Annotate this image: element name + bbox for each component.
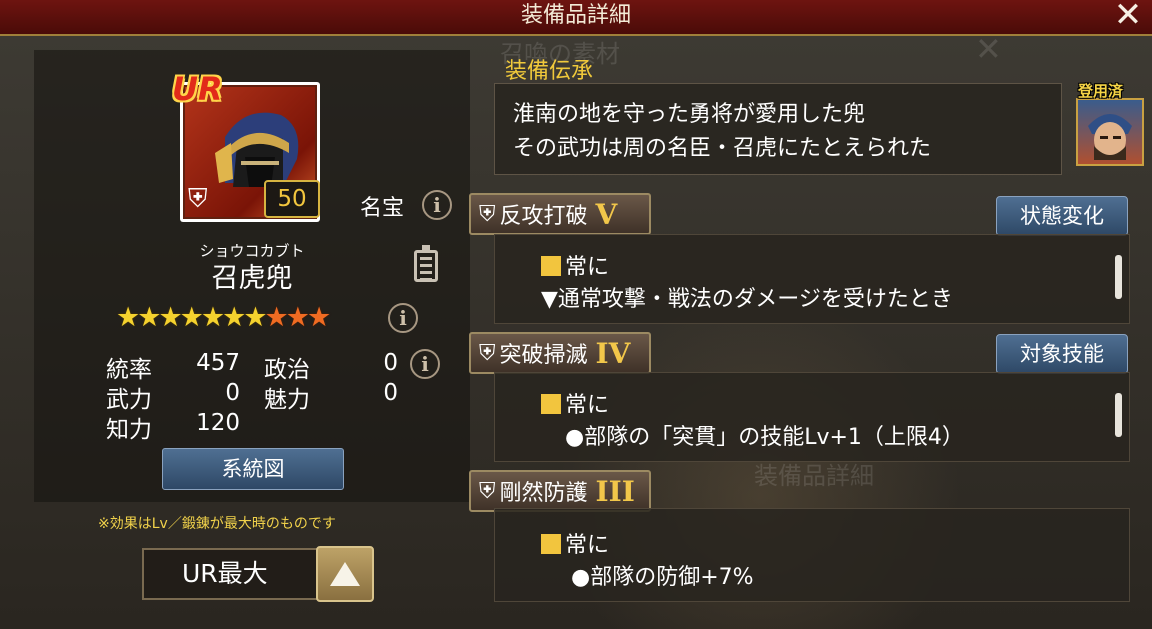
stat-command-label: 統率 xyxy=(106,357,152,383)
skill-tab-2: ⛨ 突破掃滅 IV xyxy=(469,332,651,374)
scrollbar[interactable] xyxy=(1115,393,1122,437)
treasure-label: 名宝 xyxy=(360,196,405,221)
lore-line-2: その武功は周の名臣・召虎にたとえられた xyxy=(513,136,932,161)
star-icon: ★ xyxy=(200,302,225,333)
skill-name: 反攻打破 xyxy=(499,204,588,229)
info-icon[interactable]: i xyxy=(422,190,452,220)
state-change-button[interactable]: 状態変化 xyxy=(996,196,1128,236)
star-icon: ★ xyxy=(116,302,140,333)
stat-politics-value: 0 xyxy=(383,350,398,376)
up-arrow-button[interactable] xyxy=(316,546,374,602)
skill-condition: 常に xyxy=(541,527,609,559)
skill-effect: ●部隊の「突貫」の技能Lv+1（上限4） xyxy=(565,425,964,450)
skill-condition: 常に xyxy=(541,387,609,419)
armor-icon: ⛨ xyxy=(188,184,208,214)
skill-body-2: 常に ●部隊の「突貫」の技能Lv+1（上限4） xyxy=(494,372,1130,462)
rarity-badge: UR xyxy=(172,70,223,108)
level-badge: 50 xyxy=(264,180,320,218)
clipboard-icon[interactable] xyxy=(414,245,438,282)
star-icon: ★ xyxy=(158,302,182,333)
equipped-badge: 登用済 xyxy=(1078,82,1124,100)
stat-war-label: 武力 xyxy=(106,387,152,413)
lore-line-1: 淮南の地を守った勇将が愛用した兜 xyxy=(513,102,866,127)
skill-tab-1: ⛨ 反攻打破 V xyxy=(469,193,651,235)
effect-note: ※効果はLv／鍛錬が最大時のものです xyxy=(98,516,336,532)
skill-body-3: 常に ●部隊の防御+7% xyxy=(494,508,1130,602)
close-icon[interactable]: ✕ xyxy=(1110,0,1146,34)
lore-title: 装備伝承 xyxy=(505,59,594,84)
stat-intellect-label: 知力 xyxy=(106,417,152,443)
stat-command-value: 457 xyxy=(196,350,240,376)
skill-rank: IV xyxy=(595,336,631,370)
lineage-button[interactable]: 系統図 xyxy=(162,448,344,490)
armor-icon: ⛨ xyxy=(479,478,496,504)
star-rating: ★★★★★★★★★★ xyxy=(116,302,331,333)
officer-face-icon xyxy=(1088,114,1132,160)
stat-war-value: 0 xyxy=(225,380,240,406)
star-icon: ★ xyxy=(137,302,161,333)
target-skill-button[interactable]: 対象技能 xyxy=(996,334,1128,374)
star-icon: ★ xyxy=(179,302,204,333)
stat-politics-label: 政治 xyxy=(264,357,310,383)
skill-name: 突破掃滅 xyxy=(499,343,588,368)
stat-charm-value: 0 xyxy=(383,380,398,406)
officer-portrait[interactable] xyxy=(1076,98,1144,166)
star-icon: ★ xyxy=(243,302,267,333)
star-icon: ★ xyxy=(264,302,289,333)
skill-effect: ●部隊の防御+7% xyxy=(571,565,754,590)
item-name: 召虎兜 xyxy=(211,263,293,294)
scrollbar[interactable] xyxy=(1115,255,1122,299)
lore-box: 淮南の地を守った勇将が愛用した兜 その武功は周の名臣・召虎にたとえられた xyxy=(494,83,1062,175)
window-title: 装備品詳細 xyxy=(0,0,1152,36)
skill-tab-3: ⛨ 剛然防護 III xyxy=(469,470,651,512)
skill-rank: V xyxy=(595,197,618,231)
skill-body-1: 常に ▼通常攻撃・戦法のダメージを受けたとき xyxy=(494,234,1130,324)
star-icon: ★ xyxy=(306,302,331,333)
skill-rank: III xyxy=(595,474,635,508)
skill-name: 剛然防護 xyxy=(499,481,588,506)
skill-effect: ▼通常攻撃・戦法のダメージを受けたとき xyxy=(541,287,953,312)
star-icon: ★ xyxy=(222,302,246,333)
info-icon[interactable]: i xyxy=(388,303,418,333)
armor-icon: ⛨ xyxy=(479,340,496,366)
info-icon[interactable]: i xyxy=(410,349,440,379)
star-icon: ★ xyxy=(285,302,310,333)
stat-charm-label: 魅力 xyxy=(264,387,310,413)
armor-icon: ⛨ xyxy=(479,201,496,227)
stat-intellect-value: 120 xyxy=(196,410,240,436)
up-arrow-icon xyxy=(330,562,360,586)
skill-condition: 常に xyxy=(541,249,609,281)
ur-level-select[interactable]: UR最大 xyxy=(142,548,318,600)
